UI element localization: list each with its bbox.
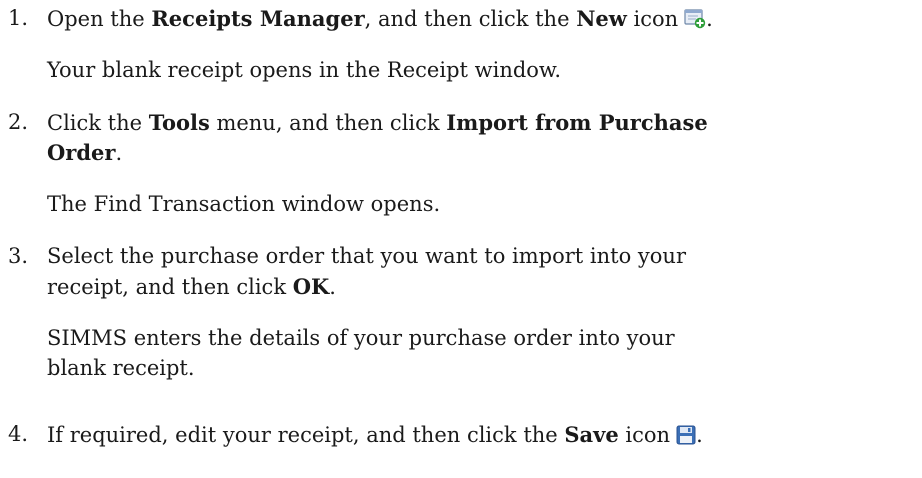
step-number: 4. [8, 422, 29, 446]
step-2-instruction-line1: Click the Tools menu, and then click Imp… [47, 110, 708, 135]
save-term: Save [564, 422, 619, 447]
step-number: 1. [8, 6, 29, 30]
step-1-result: Your blank receipt opens in the Receipt … [47, 58, 562, 82]
save-icon [676, 425, 696, 450]
step-3-result-line1: SIMMS enters the details of your purchas… [47, 326, 675, 350]
step-2-instruction-line2: Order. [47, 140, 123, 165]
tools-term: Tools [148, 110, 210, 135]
step-number: 3. [8, 244, 29, 268]
import-from-purchase-order-term: Import from Purchase [446, 110, 708, 135]
step-number: 2. [8, 110, 29, 134]
step-3-instruction-line2: receipt, and then click OK. [47, 274, 336, 299]
step-4-instruction: If required, edit your receipt, and then… [47, 422, 703, 450]
new-receipt-icon [684, 7, 706, 34]
step-3-result-line2: blank receipt. [47, 356, 195, 380]
step-2-result: The Find Transaction window opens. [47, 192, 441, 216]
ok-term: OK [292, 274, 330, 299]
step-3-instruction-line1: Select the purchase order that you want … [47, 244, 686, 268]
new-term: New [576, 6, 627, 31]
receipts-manager-term: Receipts Manager [151, 6, 365, 31]
step-1-instruction: Open the Receipts Manager, and then clic… [47, 6, 713, 34]
